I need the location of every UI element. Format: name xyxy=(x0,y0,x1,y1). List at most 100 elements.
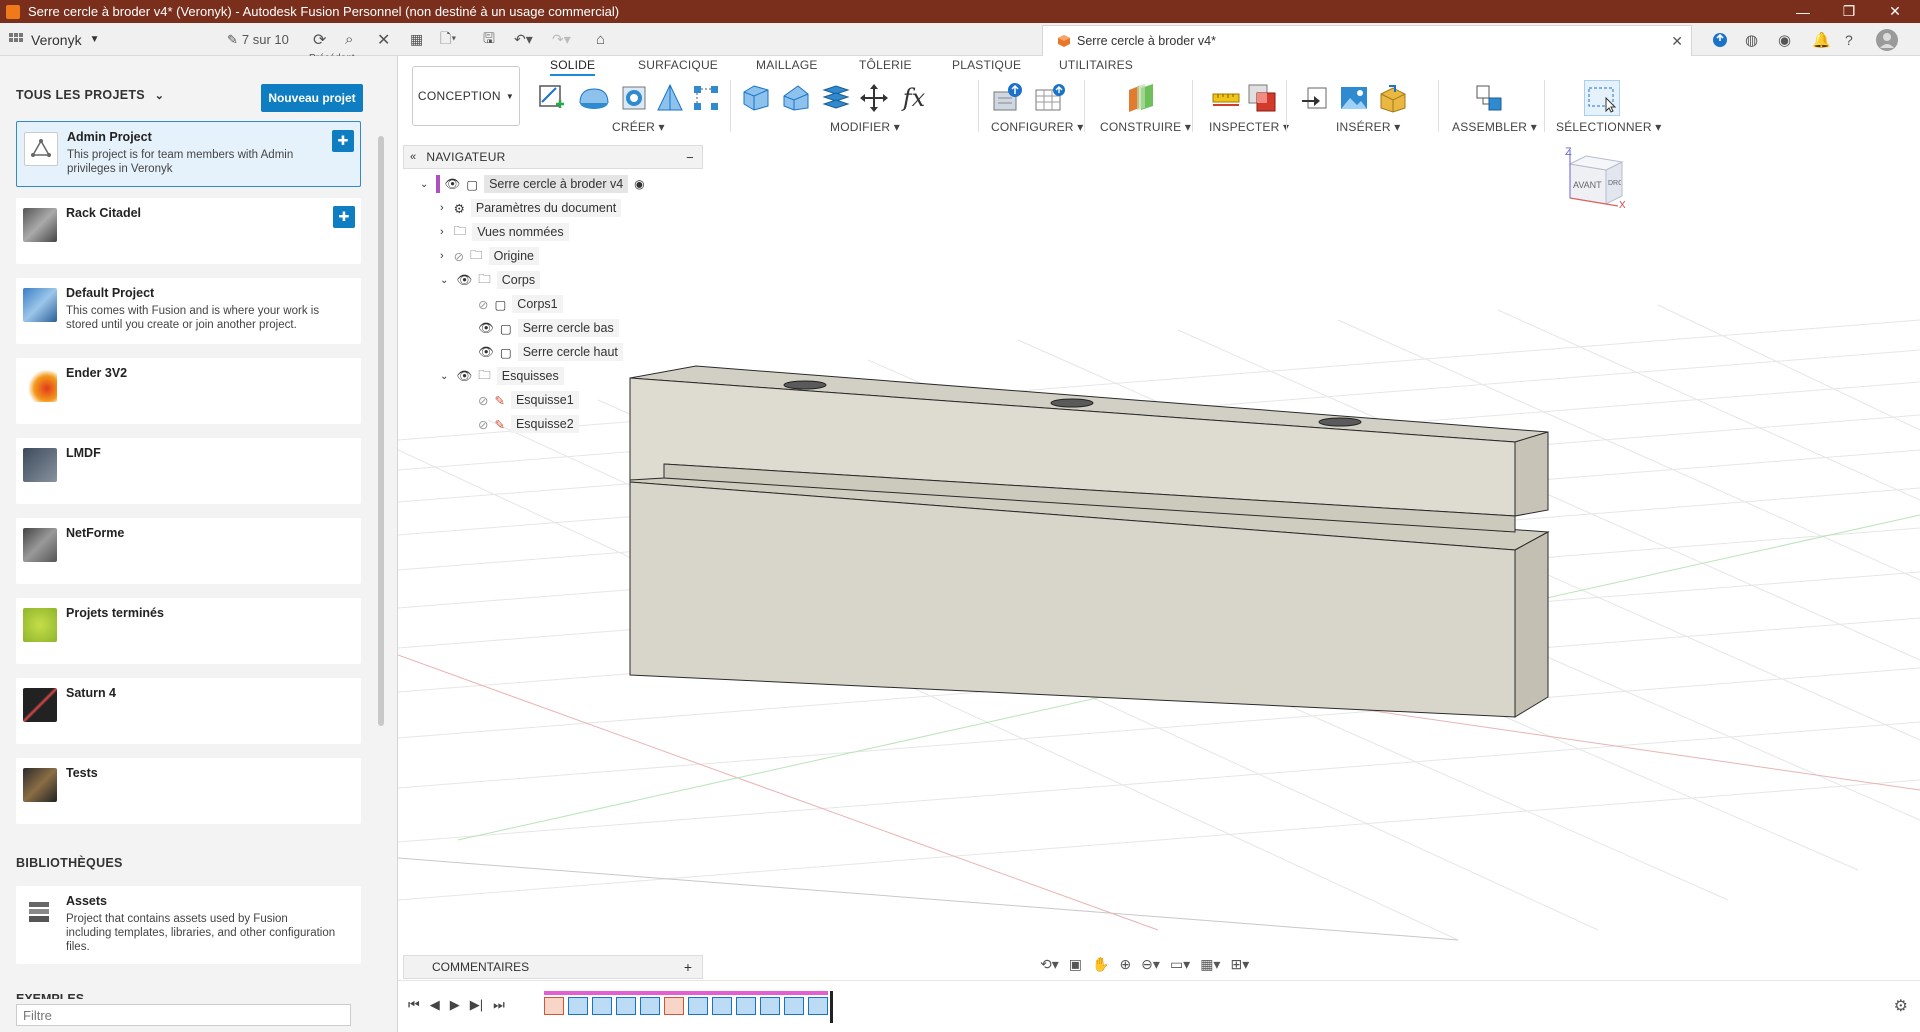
tree-item-bodies[interactable]: ⌄ 👁 🗀 Corps xyxy=(440,269,541,291)
timeline-extrude-feature-icon[interactable] xyxy=(760,997,780,1015)
comments-panel[interactable]: COMMENTAIRES + xyxy=(403,955,703,979)
eye-hidden-icon[interactable]: ⊘ xyxy=(454,249,464,264)
interference-icon[interactable] xyxy=(1244,80,1280,116)
group-assembler[interactable]: ASSEMBLER ▾ xyxy=(1452,120,1537,134)
tab-utilitaires[interactable]: UTILITAIRES xyxy=(1059,58,1133,72)
tree-root[interactable]: ⌄ 👁 ▢ Serre cercle à broder v4 ◉ xyxy=(420,173,645,195)
home-icon[interactable]: ⌂ xyxy=(596,23,605,56)
new-component-icon[interactable] xyxy=(1472,80,1508,116)
assets-library-card[interactable]: Assets Project that contains assets used… xyxy=(16,886,361,964)
look-at-icon[interactable]: ▣ xyxy=(1069,956,1082,973)
offset-plane-icon[interactable] xyxy=(1123,80,1159,116)
close-window-button[interactable]: ✕ xyxy=(1872,0,1918,23)
workspace-switcher[interactable]: CONCEPTION ▼ xyxy=(412,66,520,126)
activate-radio-icon[interactable]: ◉ xyxy=(634,177,644,191)
learning-icon[interactable]: ◉ xyxy=(1778,23,1791,56)
user-avatar[interactable] xyxy=(1876,23,1898,56)
chevron-right-icon[interactable]: › xyxy=(440,202,444,214)
pattern-icon[interactable] xyxy=(688,80,724,116)
tab-solide[interactable]: SOLIDE xyxy=(550,58,596,76)
select-icon[interactable] xyxy=(1584,80,1620,116)
chevron-right-icon[interactable]: › xyxy=(440,250,444,262)
timeline-fillet-feature-icon[interactable] xyxy=(616,997,636,1015)
eye-hidden-icon[interactable]: ⊘ xyxy=(478,417,488,432)
tab-plastique[interactable]: PLASTIQUE xyxy=(952,58,1021,72)
tab-surfacique[interactable]: SURFACIQUE xyxy=(638,58,718,72)
project-card[interactable]: LMDF xyxy=(16,438,361,504)
timeline-sweep-feature-icon[interactable] xyxy=(640,997,660,1015)
close-tab-icon[interactable]: ✕ xyxy=(1671,33,1683,50)
collapse-panel-icon[interactable]: « xyxy=(410,151,416,163)
3d-canvas[interactable]: Z AVANT DROITE X xyxy=(398,140,1920,980)
go-to-start-icon[interactable]: ⏮ xyxy=(408,997,420,1013)
minimize-button[interactable]: — xyxy=(1780,0,1826,23)
data-panel-toggle[interactable] xyxy=(8,23,24,56)
tree-item-sketches[interactable]: ⌄ 👁 🗀 Esquisses xyxy=(440,365,564,387)
eye-icon[interactable]: 👁 xyxy=(456,273,472,288)
project-card[interactable]: Admin Project This project is for team m… xyxy=(16,121,361,187)
play-icon[interactable]: ▶ xyxy=(450,997,460,1013)
tab-tolerie[interactable]: TÔLERIE xyxy=(859,58,912,72)
eye-icon[interactable]: 👁 xyxy=(478,345,494,360)
eye-icon[interactable]: 👁 xyxy=(456,369,472,384)
fillet-icon[interactable] xyxy=(778,80,814,116)
minimize-panel-icon[interactable]: − xyxy=(686,150,694,165)
insert-canvas-icon[interactable] xyxy=(1336,80,1372,116)
eye-icon[interactable]: 👁 xyxy=(444,177,460,192)
project-card[interactable]: Projets terminés xyxy=(16,598,361,664)
project-card[interactable]: Ender 3V2 xyxy=(16,358,361,424)
tab-maillage[interactable]: MAILLAGE xyxy=(756,58,818,72)
viewcube[interactable]: Z AVANT DROITE X xyxy=(1562,140,1642,220)
viewcube-right-face[interactable]: DROITE xyxy=(1608,180,1621,187)
timeline-sketch-feature-icon[interactable] xyxy=(664,997,684,1015)
timeline-settings-gear-icon[interactable]: ⚙ xyxy=(1894,996,1908,1016)
press-pull-icon[interactable] xyxy=(738,80,774,116)
orbit-icon[interactable]: ⟲▾ xyxy=(1040,956,1059,973)
tree-item-sketch[interactable]: ⊘ ✎ Esquisse1 xyxy=(478,389,579,411)
timeline-combine-feature-icon[interactable] xyxy=(784,997,804,1015)
zoom-icon[interactable]: ⊕ xyxy=(1119,956,1131,973)
team-selector[interactable]: Veronyk ▼ xyxy=(31,23,100,56)
revolve-icon[interactable] xyxy=(616,80,652,116)
group-modifier[interactable]: MODIFIER ▾ xyxy=(830,120,900,134)
new-project-button[interactable]: Nouveau projet xyxy=(261,84,363,112)
redo-icon[interactable]: ↷▾ xyxy=(552,23,571,56)
project-card[interactable]: Tests xyxy=(16,758,361,824)
tree-item-sketch[interactable]: ⊘ ✎ Esquisse2 xyxy=(478,413,579,435)
project-card[interactable]: Rack Citadel ✚ xyxy=(16,198,361,264)
parameters-fx-icon[interactable]: fx xyxy=(896,80,932,116)
navigator-header[interactable]: « NAVIGATEUR − xyxy=(403,145,703,169)
close-panel-icon[interactable]: ✕ xyxy=(377,23,390,56)
eye-hidden-icon[interactable]: ⊘ xyxy=(478,297,488,312)
viewports-icon[interactable]: ⊞▾ xyxy=(1230,956,1249,973)
viewcube-front-face[interactable]: AVANT xyxy=(1573,180,1602,190)
filter-input[interactable]: Filtre xyxy=(16,1004,351,1026)
tree-item-body[interactable]: 👁 ▢ Serre cercle bas xyxy=(478,317,619,339)
step-back-icon[interactable]: ◀ xyxy=(430,997,440,1013)
configure-icon[interactable] xyxy=(990,80,1026,116)
project-card[interactable]: Saturn 4 xyxy=(16,678,361,744)
pin-icon[interactable]: ✚ xyxy=(332,130,354,152)
timeline-extrude-feature-icon[interactable] xyxy=(592,997,612,1015)
insert-mcmaster-icon[interactable] xyxy=(1374,80,1410,116)
move-copy-icon[interactable] xyxy=(856,80,892,116)
timeline-extrude-feature-icon[interactable] xyxy=(568,997,588,1015)
group-creer[interactable]: CRÉER ▾ xyxy=(612,120,665,134)
timeline-sketch-feature-icon[interactable] xyxy=(544,997,564,1015)
chevron-down-icon[interactable]: ⌄ xyxy=(440,275,448,286)
timeline-combine-feature-icon[interactable] xyxy=(808,997,828,1015)
timeline-extrude-feature-icon[interactable] xyxy=(688,997,708,1015)
insert-derive-icon[interactable] xyxy=(1298,80,1334,116)
project-card[interactable]: Default Project This comes with Fusion a… xyxy=(16,278,361,344)
group-configurer[interactable]: CONFIGURER ▾ xyxy=(991,120,1083,134)
save-icon[interactable]: 🖫 xyxy=(483,23,495,56)
tree-item-body[interactable]: 👁 ▢ Serre cercle haut xyxy=(478,341,623,363)
go-to-end-icon[interactable]: ⏭ xyxy=(493,997,505,1013)
eye-icon[interactable]: 👁 xyxy=(478,321,494,336)
tree-item-body[interactable]: ⊘ ▢ Corps1 xyxy=(478,293,563,315)
zoom-window-icon[interactable]: ⊖▾ xyxy=(1141,956,1160,973)
undo-icon[interactable]: ↶▾ xyxy=(514,23,533,56)
chevron-right-icon[interactable]: › xyxy=(440,226,444,238)
timeline-extrude-feature-icon[interactable] xyxy=(712,997,732,1015)
pan-hand-icon[interactable]: ✋ xyxy=(1092,956,1109,973)
